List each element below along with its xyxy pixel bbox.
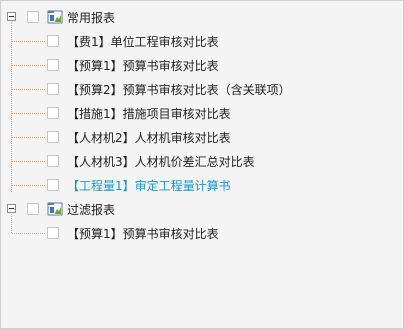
tree-item[interactable]: 【预算2】预算书审核对比表（含关联项） [1, 79, 403, 101]
tree-item-selected[interactable]: 【工程量1】审定工程量计算书 [1, 175, 403, 197]
tree-item[interactable]: 【人材机3】人材机价差汇总对比表 [1, 151, 403, 173]
item-label[interactable]: 【费1】单位工程审核对比表 [67, 34, 219, 50]
item-label[interactable]: 【预算2】预算书审核对比表（含关联项） [67, 82, 291, 98]
item-label[interactable]: 【工程量1】审定工程量计算书 [67, 178, 231, 194]
item-label[interactable]: 【预算1】预算书审核对比表 [67, 58, 219, 74]
item-checkbox[interactable] [47, 227, 59, 239]
tree-group-common[interactable]: 常用报表 [1, 7, 403, 29]
item-label[interactable]: 【措施1】措施项目审核对比表 [67, 106, 231, 122]
report-tree-panel: 常用报表 【费1】单位工程审核对比表 【预算1】预算书审核对比表 【预算2】预算… [0, 0, 404, 329]
item-checkbox[interactable] [47, 35, 59, 47]
item-label[interactable]: 【人材机2】人材机审核对比表 [67, 130, 231, 146]
group-label: 常用报表 [67, 11, 116, 25]
tree-group-filter[interactable]: 过滤报表 [1, 199, 403, 221]
tree-item[interactable]: 【预算1】预算书审核对比表 [1, 223, 403, 245]
item-checkbox[interactable] [47, 83, 59, 95]
report-folder-icon [47, 9, 63, 25]
item-label[interactable]: 【预算1】预算书审核对比表 [67, 226, 219, 242]
minus-expander-icon[interactable] [7, 204, 16, 213]
item-checkbox[interactable] [47, 131, 59, 143]
item-checkbox[interactable] [47, 179, 59, 191]
report-folder-icon [47, 201, 63, 217]
tree-item[interactable]: 【费1】单位工程审核对比表 [1, 31, 403, 53]
tree-item[interactable]: 【预算1】预算书审核对比表 [1, 55, 403, 77]
item-checkbox[interactable] [47, 59, 59, 71]
item-checkbox[interactable] [47, 107, 59, 119]
tree-item[interactable]: 【措施1】措施项目审核对比表 [1, 103, 403, 125]
minus-expander-icon[interactable] [7, 12, 16, 21]
group-label: 过滤报表 [67, 203, 116, 217]
item-checkbox[interactable] [47, 155, 59, 167]
tree-item[interactable]: 【人材机2】人材机审核对比表 [1, 127, 403, 149]
item-label[interactable]: 【人材机3】人材机价差汇总对比表 [67, 154, 255, 170]
group-checkbox[interactable] [27, 11, 39, 23]
group-checkbox[interactable] [27, 203, 39, 215]
